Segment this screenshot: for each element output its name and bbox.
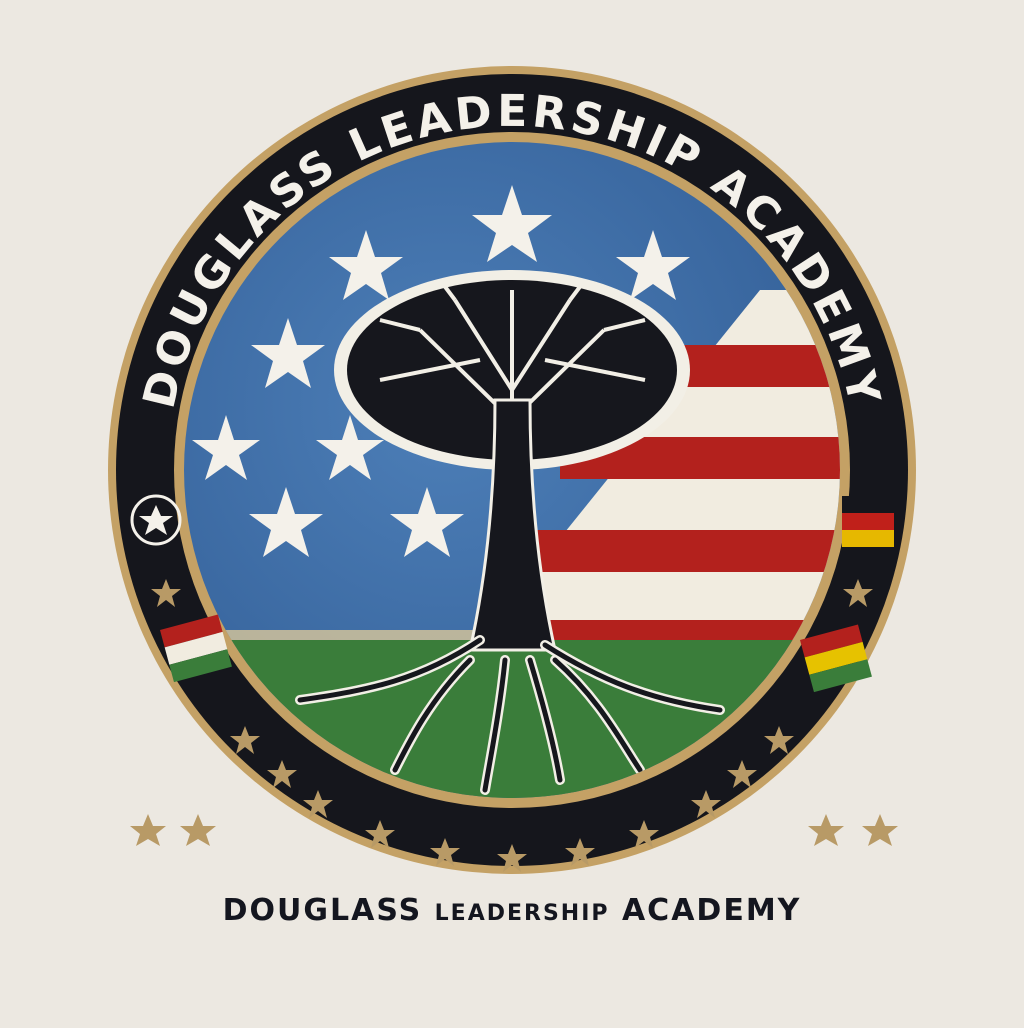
academy-emblem: DOUGLASS LEADERSHIP ACADEMY <box>108 66 916 874</box>
star-icon <box>808 814 844 846</box>
logo-canvas: DOUGLASS LEADERSHIP ACADEMY DOUGLASS LEA… <box>0 0 1024 1024</box>
flag-icon <box>842 496 894 547</box>
academy-caption: DOUGLASS LEADERSHIP ACADEMY <box>0 893 1024 928</box>
star-icon <box>862 814 898 846</box>
caption-last: ACADEMY <box>621 893 802 928</box>
star-icon <box>130 814 166 846</box>
caption-first: DOUGLASS <box>222 893 423 928</box>
star-icon <box>180 814 216 846</box>
caption-middle: LEADERSHIP <box>434 901 610 926</box>
